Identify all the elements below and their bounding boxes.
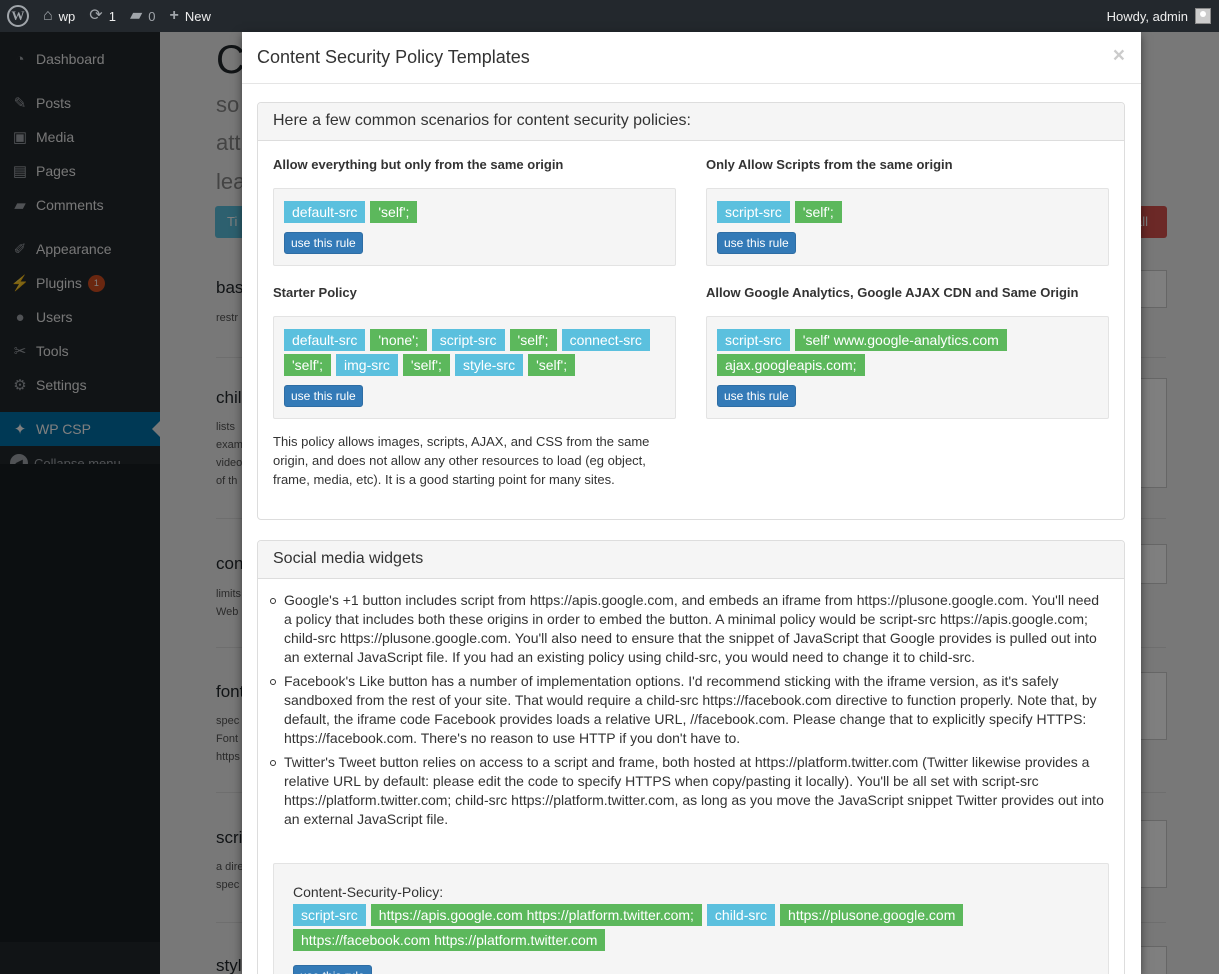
panel-heading: Social media widgets [258, 541, 1124, 579]
panel-heading: Here a few common scenarios for content … [258, 103, 1124, 141]
scenario-title: Allow Google Analytics, Google AJAX CDN … [706, 285, 1079, 300]
use-this-rule-button[interactable]: use this rule [284, 232, 363, 254]
comments-link[interactable]: ▰ 0 [123, 0, 163, 32]
site-name-link[interactable]: ⌂ wp [36, 0, 82, 32]
scenario-title: Starter Policy [273, 285, 357, 300]
csp-source-tag: 'none'; [370, 329, 427, 351]
csp-directive-tag: script-src [293, 904, 366, 926]
scenario-title: Only Allow Scripts from the same origin [706, 157, 953, 172]
csp-directive-tag: script-src [431, 329, 505, 351]
admin-bar: W ⌂ wp ⟳ 1 ▰ 0 + New Howdy, admin [0, 0, 1219, 32]
csp-source-tag: https://plusone.google.com [780, 904, 964, 926]
csp-label: Content-Security-Policy: [293, 884, 444, 900]
csp-directive-tag: default-src [284, 329, 366, 351]
use-this-rule-button[interactable]: use this rule [284, 385, 363, 407]
use-this-rule-button[interactable]: use this rule [717, 385, 796, 407]
csp-source-tag: https://apis.google.com https://platform… [370, 904, 702, 926]
csp-source-tag: 'self' www.google-analytics.com [794, 329, 1007, 351]
avatar [1195, 8, 1211, 24]
social-media-panel: Social media widgets Google's +1 button … [257, 540, 1125, 974]
list-item: Twitter's Tweet button relies on access … [268, 753, 1108, 829]
csp-source-tag: 'self'; [284, 354, 332, 376]
my-account[interactable]: Howdy, admin [1107, 8, 1219, 24]
scenario-scripts-same-origin: Only Allow Scripts from the same origin … [706, 157, 1109, 266]
list-item: Google's +1 button includes script from … [268, 591, 1108, 667]
csp-source-tag: 'self'; [509, 329, 557, 351]
scenario-well: script-src 'self'; use this rule [706, 188, 1109, 266]
comment-icon: ▰ [129, 7, 143, 24]
updates-link[interactable]: ⟳ 1 [82, 0, 123, 32]
use-this-rule-button[interactable]: use this rule [717, 232, 796, 254]
csp-source-tag: 'self'; [794, 201, 842, 223]
scenario-google-analytics: Allow Google Analytics, Google AJAX CDN … [706, 285, 1109, 419]
csp-directive-tag: script-src [717, 201, 790, 223]
scenario-description: This policy allows images, scripts, AJAX… [273, 434, 650, 487]
wordpress-logo-button[interactable]: W [0, 0, 36, 32]
use-this-rule-button[interactable]: use this rule [293, 965, 372, 974]
csp-templates-modal: Content Security Policy Templates × Here… [242, 32, 1141, 974]
modal-header: Content Security Policy Templates × [242, 32, 1141, 84]
csp-directive-tag: child-src [706, 904, 776, 926]
csp-directive-tag: default-src [284, 201, 366, 223]
csp-source-tag: 'self'; [528, 354, 576, 376]
scenario-well: default-src 'none'; script-src 'self'; c… [273, 316, 676, 419]
home-icon: ⌂ [43, 7, 53, 24]
updates-icon: ⟳ [89, 7, 103, 24]
modal-title: Content Security Policy Templates [257, 47, 530, 67]
social-csp-well: Content-Security-Policy: script-src http… [273, 863, 1109, 974]
close-icon[interactable]: × [1113, 44, 1125, 68]
csp-source-tag: 'self'; [402, 354, 450, 376]
scenario-same-origin: Allow everything but only from the same … [273, 157, 676, 266]
csp-directive-tag: img-src [336, 354, 398, 376]
scenario-well: script-src 'self' www.google-analytics.c… [706, 316, 1109, 419]
csp-directive-tag: style-src [454, 354, 524, 376]
scenario-well: default-src 'self'; use this rule [273, 188, 676, 266]
social-widgets-list: Google's +1 button includes script from … [268, 591, 1108, 834]
scenario-title: Allow everything but only from the same … [273, 157, 564, 172]
csp-directive-tag: script-src [717, 329, 790, 351]
csp-directive-tag: connect-src [561, 329, 650, 351]
csp-source-tag: ajax.googleapis.com; [717, 354, 865, 376]
list-item: Facebook's Like button has a number of i… [268, 672, 1108, 748]
scenario-starter-policy: Starter Policy default-src 'none'; scrip… [273, 285, 676, 489]
wordpress-logo-icon: W [7, 5, 29, 27]
common-scenarios-panel: Here a few common scenarios for content … [257, 102, 1125, 520]
new-content-link[interactable]: + New [162, 0, 217, 32]
csp-source-tag: https://facebook.com https://platform.tw… [293, 929, 606, 951]
plus-icon: + [169, 7, 179, 24]
csp-source-tag: 'self'; [370, 201, 418, 223]
